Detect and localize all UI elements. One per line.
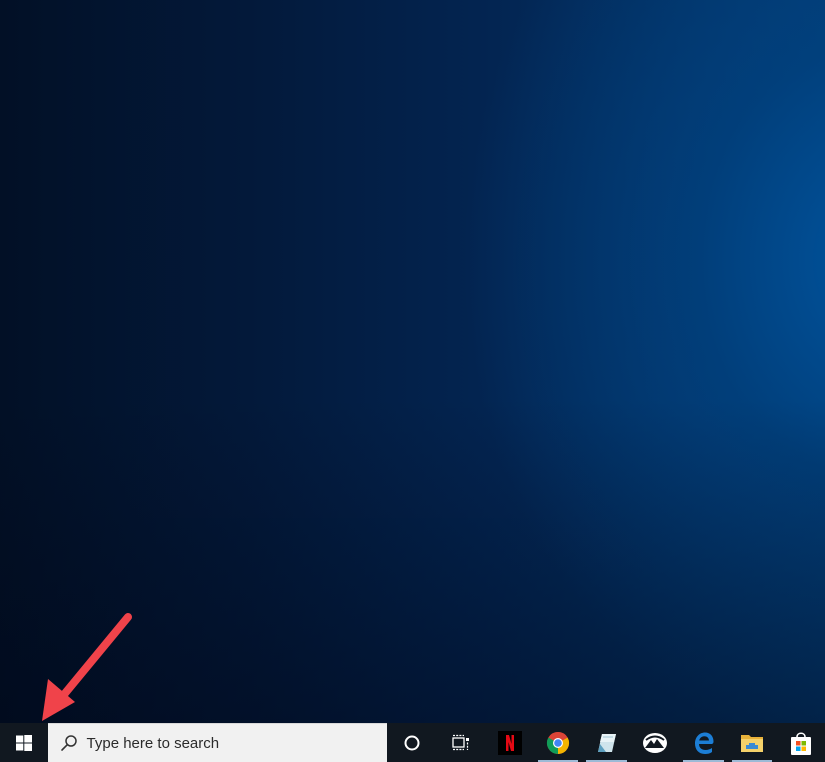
cortana-circle-icon (404, 735, 420, 750)
edge-button[interactable] (679, 723, 728, 762)
folder-icon (741, 734, 764, 752)
store-bag-icon (790, 731, 811, 755)
taskbar: Type here to search (0, 723, 825, 762)
search-icon (60, 734, 78, 752)
photos-mountain-icon (643, 732, 668, 753)
netflix-button[interactable] (485, 723, 534, 762)
chrome-icon (547, 731, 570, 754)
file-explorer-button[interactable] (728, 723, 777, 762)
desktop-wallpaper[interactable] (0, 0, 825, 723)
search-input[interactable]: Type here to search (47, 723, 388, 762)
notepad-button[interactable] (582, 723, 631, 762)
task-view-icon (452, 734, 470, 750)
netflix-icon (497, 730, 522, 755)
cortana-button[interactable] (388, 723, 437, 762)
notepad-icon (597, 733, 616, 752)
microsoft-store-button[interactable] (776, 723, 825, 762)
start-button[interactable] (0, 723, 48, 762)
edge-icon (694, 732, 714, 754)
chrome-button[interactable] (534, 723, 583, 762)
search-placeholder: Type here to search (86, 734, 220, 752)
photos-button[interactable] (631, 723, 680, 762)
task-view-button[interactable] (437, 723, 486, 762)
windows-logo-icon (15, 734, 32, 751)
